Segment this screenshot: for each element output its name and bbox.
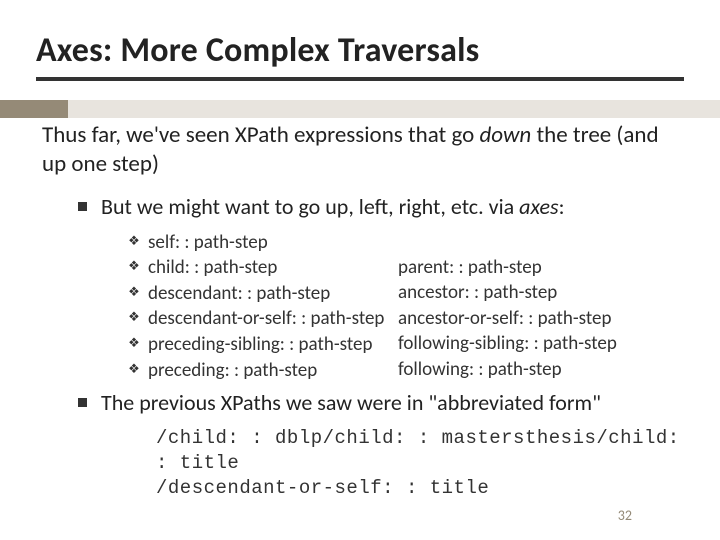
axis-text: descendant: : path-step xyxy=(148,281,330,307)
axis-text: parent: : path-step xyxy=(398,255,638,281)
bullet-2: The previous XPaths we saw were in "abbr… xyxy=(78,389,684,416)
axis-item: ❖ preceding: : path-step xyxy=(128,358,398,384)
axis-text: following-sibling: : path-step xyxy=(398,331,638,357)
axis-text: preceding: : path-step xyxy=(148,358,317,384)
lead-text: Thus far, we've seen XPath expressions t… xyxy=(42,121,684,179)
square-bullet-icon xyxy=(78,202,87,211)
diamond-bullet-icon: ❖ xyxy=(128,332,140,356)
title-subline xyxy=(0,100,720,118)
lead-a: Thus far, we've seen XPath expressions t… xyxy=(42,121,479,149)
square-bullet-icon xyxy=(78,398,87,407)
slide-title: Axes: More Complex Traversals xyxy=(36,30,684,75)
bullet1-b: : xyxy=(559,193,565,220)
lead-down: down xyxy=(479,121,531,149)
axis-item: ❖ self: : path-step xyxy=(128,230,398,256)
axes-grid: ❖ self: : path-step ❖ child: : path-step ❖… xyxy=(128,230,684,384)
bullet-2-text: The previous XPaths we saw were in "abbr… xyxy=(101,389,601,416)
bullet-1: But we might want to go up, left, right,… xyxy=(78,193,684,220)
slide: Axes: More Complex Traversals Thus far, … xyxy=(0,0,720,540)
diamond-bullet-icon: ❖ xyxy=(128,281,140,305)
bullet1-a: But we might want to go up, left, right,… xyxy=(101,193,519,220)
axis-item: ❖ child: : path-step xyxy=(128,255,398,281)
bullet1-axes: axes xyxy=(519,193,558,220)
diamond-bullet-icon: ❖ xyxy=(128,230,140,254)
axis-text: ancestor-or-self: : path-step xyxy=(398,306,638,332)
code-block: /child: : dblp/child: : mastersthesis/ch… xyxy=(156,426,684,500)
title-block: Axes: More Complex Traversals xyxy=(36,30,684,81)
axes-right-column: parent: : path-step ancestor: : path-ste… xyxy=(398,230,638,384)
axis-text: ancestor: : path-step xyxy=(398,280,638,306)
axis-text: self: : path-step xyxy=(148,230,268,256)
axis-text: following: : path-step xyxy=(398,357,638,383)
axis-text: descendant-or-self: : path-step xyxy=(148,306,384,332)
diamond-bullet-icon: ❖ xyxy=(128,306,140,330)
bullet-1-text: But we might want to go up, left, right,… xyxy=(101,193,565,220)
axes-left-column: ❖ self: : path-step ❖ child: : path-step ❖… xyxy=(128,230,398,384)
axis-item: ❖ descendant: : path-step xyxy=(128,281,398,307)
axis-text: child: : path-step xyxy=(148,255,277,281)
axis-item: ❖ preceding-sibling: : path-step xyxy=(128,332,398,358)
axis-item: ❖ descendant-or-self: : path-step xyxy=(128,306,398,332)
diamond-bullet-icon: ❖ xyxy=(128,255,140,279)
accent-bar xyxy=(0,100,68,118)
diamond-bullet-icon: ❖ xyxy=(128,358,140,382)
code-line-1: /child: : dblp/child: : mastersthesis/ch… xyxy=(156,426,684,475)
title-underline xyxy=(36,77,684,81)
content: Thus far, we've seen XPath expressions t… xyxy=(36,121,684,500)
page-number: 32 xyxy=(618,507,632,524)
code-line-2: /descendant-or-self: : title xyxy=(156,476,684,501)
axis-text: preceding-sibling: : path-step xyxy=(148,332,372,358)
